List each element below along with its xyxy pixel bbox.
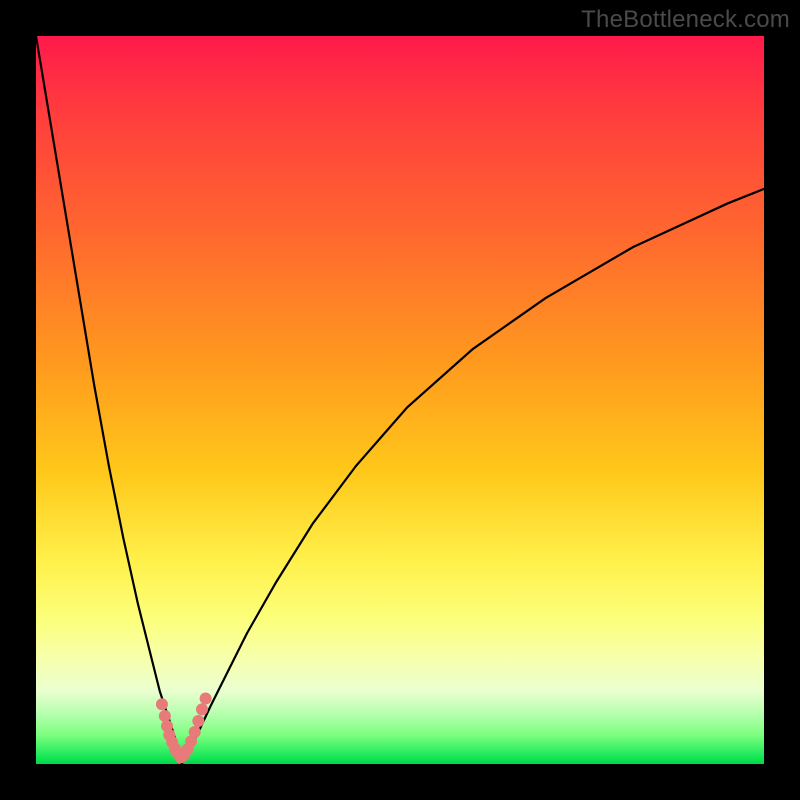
chart-svg — [36, 36, 764, 764]
marker-dot — [200, 692, 212, 704]
watermark-text: TheBottleneck.com — [581, 6, 790, 34]
marker-dot — [159, 710, 171, 722]
marker-dot — [156, 698, 168, 710]
chart-frame: TheBottleneck.com — [0, 0, 800, 800]
marker-dot — [196, 703, 208, 715]
curve-right-branch — [182, 189, 764, 764]
curve-bottom-markers — [156, 692, 212, 763]
chart-plot-area — [36, 36, 764, 764]
marker-dot — [192, 715, 204, 727]
marker-dot — [189, 726, 201, 738]
curve-left-branch — [36, 36, 182, 764]
